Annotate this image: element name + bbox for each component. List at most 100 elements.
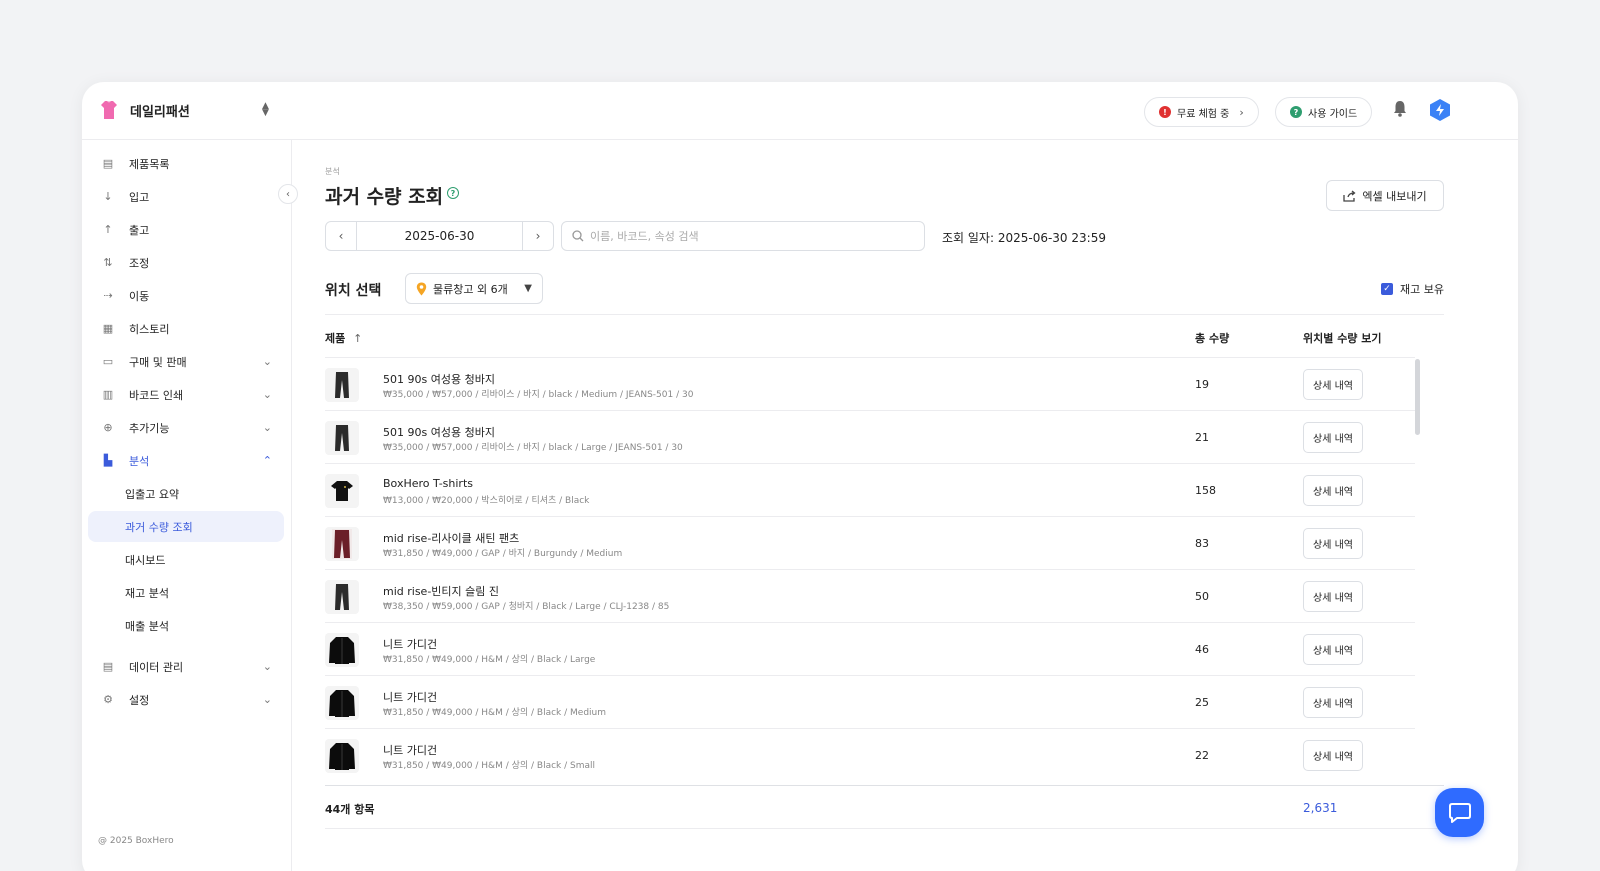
detail-button[interactable]: 상세 내역 (1303, 634, 1363, 665)
chevron-down-icon: ⌄ (262, 388, 272, 401)
detail-button[interactable]: 상세 내역 (1303, 740, 1363, 771)
sidebar-subitem-label: 입출고 요약 (125, 487, 180, 501)
help-icon[interactable]: ? (447, 187, 459, 199)
chevron-down-icon: ⌄ (262, 693, 272, 706)
product-name[interactable]: mid rise-리사이클 새틴 팬츠 (383, 530, 519, 546)
total-qty: 83 (1195, 537, 1209, 550)
receipt-icon: ▭ (102, 355, 114, 368)
detail-button[interactable]: 상세 내역 (1303, 528, 1363, 559)
free-trial-button[interactable]: ! 무료 체험 중 › (1144, 97, 1259, 127)
chat-support-button[interactable] (1435, 788, 1484, 837)
location-label: 위치 선택 (325, 283, 382, 299)
prev-date-button[interactable]: ‹ (326, 222, 356, 250)
product-thumbnail (325, 474, 359, 508)
sidebar-item-inbound[interactable]: ↓ 입고 (88, 181, 284, 212)
sidebar-item-move[interactable]: ⇢ 이동 (88, 280, 284, 311)
search-input[interactable] (590, 229, 924, 243)
bell-icon[interactable] (1393, 100, 1407, 117)
product-meta: ₩31,850 / ₩49,000 / H&M / 상의 / Black / L… (383, 655, 596, 665)
chart-icon: ▙ (103, 454, 113, 467)
export-excel-button[interactable]: 엑셀 내보내기 (1326, 180, 1444, 211)
product-thumbnail (325, 421, 359, 455)
brand-switcher[interactable]: 데일리패션 (100, 100, 190, 120)
user-guide-button[interactable]: ? 사용 가이드 (1275, 97, 1373, 127)
chevron-down-icon: ⌄ (262, 355, 272, 368)
detail-button[interactable]: 상세 내역 (1303, 687, 1363, 718)
total-qty: 50 (1195, 590, 1209, 603)
top-bar: 데일리패션 ▲ ▼ ! 무료 체험 중 › ? 사용 가이드 (82, 82, 1518, 140)
sidebar-subitem-stock-analysis[interactable]: 재고 분석 (88, 577, 284, 608)
table-scrollbar[interactable] (1415, 359, 1420, 435)
sidebar-subitem-past-quantity[interactable]: 과거 수량 조회 (88, 511, 284, 542)
sidebar-item-outbound[interactable]: ↑ 출고 (88, 214, 284, 245)
sidebar-item-label: 입고 (129, 190, 150, 204)
sidebar-subitem-sales-analysis[interactable]: 매출 분석 (88, 610, 284, 641)
date-value[interactable]: 2025-06-30 (356, 222, 523, 250)
column-header-product[interactable]: 제품 ↑ (325, 330, 362, 346)
sidebar-item-data-management[interactable]: ▤ 데이터 관리 ⌄ (88, 651, 284, 682)
table-row: mid rise-리사이클 새틴 팬츠 ₩31,850 / ₩49,000 / G… (325, 516, 1415, 569)
sidebar-item-adjust[interactable]: ⇅ 조정 (88, 247, 284, 278)
sidebar-item-label: 이동 (129, 289, 150, 303)
sidebar-item-history[interactable]: ▦ 히스토리 (88, 313, 284, 344)
product-name[interactable]: BoxHero T-shirts (383, 477, 473, 490)
location-select[interactable]: 물류창고 외 6개 ▼ (405, 273, 543, 304)
app-window: 데일리패션 ▲ ▼ ! 무료 체험 중 › ? 사용 가이드 ▤ 제품목록 ↓ 입… (82, 82, 1518, 871)
table-row: 니트 가디건 ₩31,850 / ₩49,000 / H&M / 상의 / Bla… (325, 728, 1415, 781)
detail-button[interactable]: 상세 내역 (1303, 369, 1363, 400)
sidebar-subitem-dashboard[interactable]: 대시보드 (88, 544, 284, 575)
detail-button[interactable]: 상세 내역 (1303, 581, 1363, 612)
item-count: 44개 항목 (325, 803, 375, 816)
profile-avatar-icon[interactable] (1429, 98, 1451, 122)
sidebar-item-label: 조정 (129, 256, 150, 270)
caret-down-icon: ▼ (524, 283, 532, 294)
total-qty: 46 (1195, 643, 1209, 656)
product-name[interactable]: 니트 가디건 (383, 636, 437, 652)
chevron-down-icon: ⌄ (262, 421, 272, 434)
barcode-icon: ▥ (102, 388, 114, 401)
brand-switch-icon[interactable]: ▲ ▼ (262, 102, 269, 118)
chevron-left-icon: ‹ (338, 229, 344, 243)
search-icon (572, 230, 584, 242)
brand-logo-icon (101, 101, 117, 119)
total-quantity: 2,631 (1303, 801, 1338, 815)
product-meta: ₩13,000 / ₩20,000 / 박스히어로 / 티셔츠 / Black (383, 496, 590, 506)
product-thumbnail (325, 686, 359, 720)
product-name[interactable]: 501 90s 여성용 청바지 (383, 424, 495, 440)
sidebar-subitem-label: 과거 수량 조회 (125, 520, 193, 534)
sidebar-item-purchase-sales[interactable]: ▭ 구매 및 판매 ⌄ (88, 346, 284, 377)
product-thumbnail (325, 580, 359, 614)
total-qty: 25 (1195, 696, 1209, 709)
sidebar-subitem-label: 재고 분석 (125, 586, 169, 600)
table-row: 501 90s 여성용 청바지 ₩35,000 / ₩57,000 / 리바이스 … (325, 410, 1415, 463)
product-thumbnail (325, 633, 359, 667)
product-name[interactable]: 니트 가디건 (383, 689, 437, 705)
product-name[interactable]: 501 90s 여성용 청바지 (383, 371, 495, 387)
sidebar-item-products[interactable]: ▤ 제품목록 (88, 148, 284, 179)
table-divider (325, 314, 1444, 315)
detail-button[interactable]: 상세 내역 (1303, 475, 1363, 506)
product-table: 501 90s 여성용 청바지 ₩35,000 / ₩57,000 / 리바이스 … (325, 357, 1415, 781)
in-stock-checkbox[interactable]: ✓ 재고 보유 (1381, 281, 1444, 297)
next-date-button[interactable]: › (523, 222, 553, 250)
sidebar-subitem-inout-summary[interactable]: 입출고 요약 (88, 478, 284, 509)
sidebar-item-label: 분석 (129, 454, 150, 468)
sidebar-item-label: 히스토리 (129, 322, 170, 336)
detail-button[interactable]: 상세 내역 (1303, 422, 1363, 453)
product-meta: ₩31,850 / ₩49,000 / H&M / 상의 / Black / S… (383, 761, 596, 771)
sidebar-item-settings[interactable]: ⚙ 설정 ⌄ (88, 684, 284, 715)
product-name[interactable]: mid rise-빈티지 슬림 진 (383, 583, 499, 599)
gear-icon: ⚙ (103, 693, 113, 706)
sidebar-item-add-ons[interactable]: ⊕ 추가기능 ⌄ (88, 412, 284, 443)
search-box (561, 221, 925, 251)
free-trial-label: 무료 체험 중 (1177, 108, 1230, 120)
product-thumbnail (325, 368, 359, 402)
sidebar-item-analysis[interactable]: ▙ 분석 ⌃ (88, 445, 284, 476)
brand-name: 데일리패션 (130, 104, 190, 120)
product-name[interactable]: 니트 가디건 (383, 742, 437, 758)
sidebar-item-barcode-print[interactable]: ▥ 바코드 인쇄 ⌄ (88, 379, 284, 410)
location-pin-icon (416, 282, 427, 295)
page-title: 과거 수량 조회 (325, 186, 444, 208)
sidebar-item-label: 제품목록 (129, 157, 170, 171)
arrow-down-icon: ↓ (103, 190, 113, 203)
